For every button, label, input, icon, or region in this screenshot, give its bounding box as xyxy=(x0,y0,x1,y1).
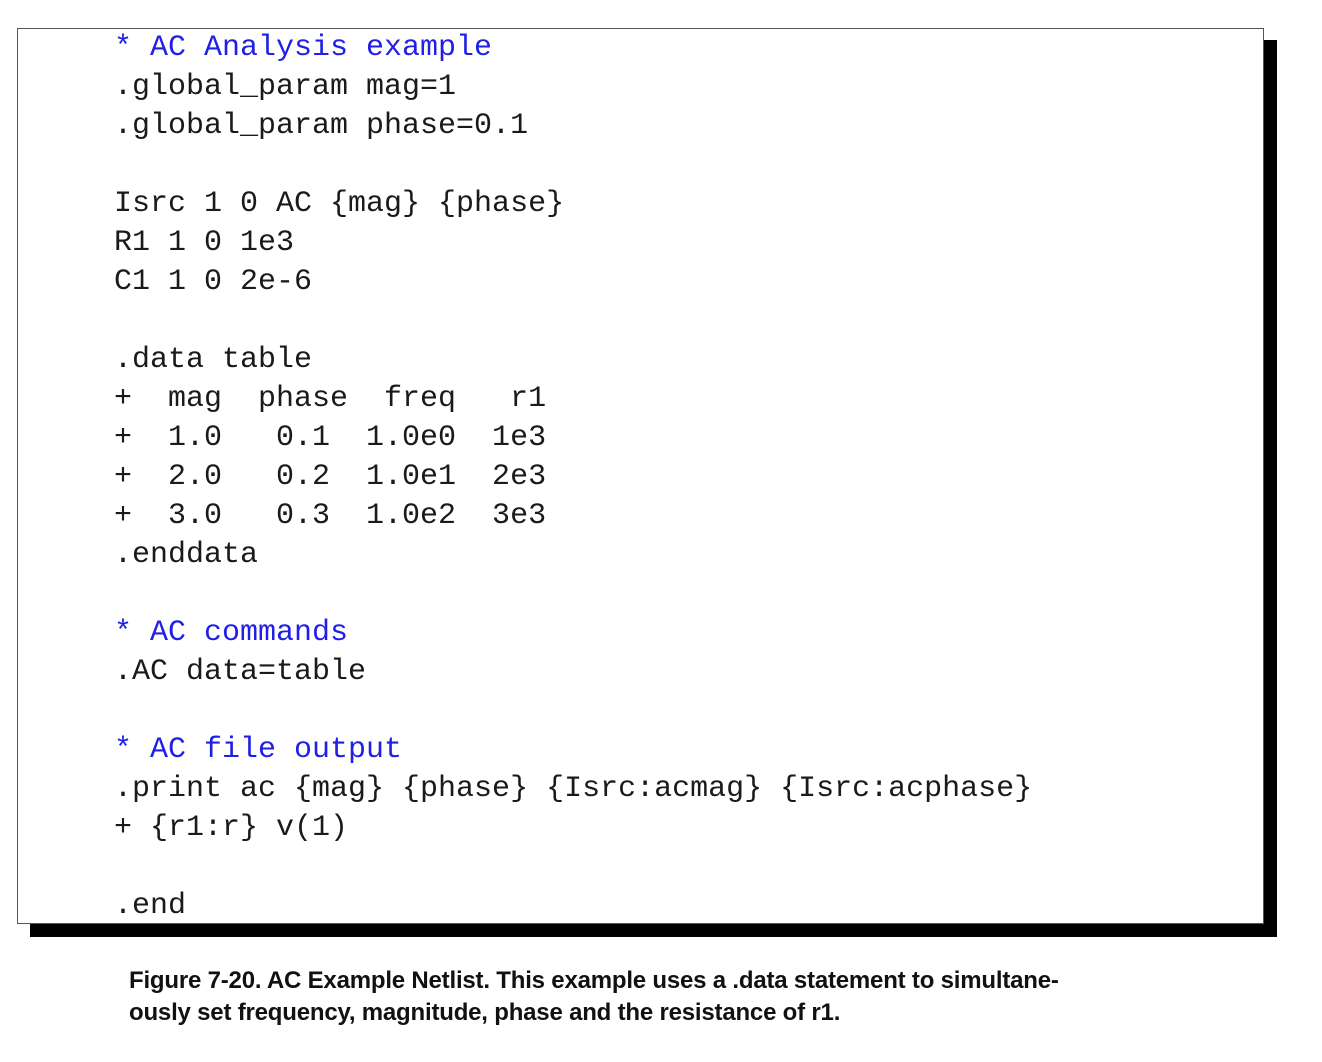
netlist-code-line: + {r1:r} v(1) xyxy=(114,811,349,845)
netlist-blank-line xyxy=(114,692,1032,731)
netlist-comment-line: * AC commands xyxy=(114,616,349,650)
netlist-blank-line xyxy=(114,146,1032,185)
caption-line-1: Figure 7-20. AC Example Netlist. This ex… xyxy=(129,967,1059,994)
netlist-code-line: .AC data=table xyxy=(114,655,367,689)
netlist-code-line: .global_param phase=0.1 xyxy=(114,109,529,143)
netlist-code-line: + 3.0 0.3 1.0e2 3e3 xyxy=(114,499,547,533)
netlist-code-line: .print ac {mag} {phase} {Isrc:acmag} {Is… xyxy=(114,772,1033,806)
caption-line-2: ously set frequency, magnitude, phase an… xyxy=(129,999,841,1026)
netlist-code-line: C1 1 0 2e-6 xyxy=(114,265,313,299)
netlist-code-line: + mag phase freq r1 xyxy=(114,382,547,416)
netlist-comment-line: * AC Analysis example xyxy=(114,31,493,65)
netlist-code-line: + 2.0 0.2 1.0e1 2e3 xyxy=(114,460,547,494)
netlist-code-line: .global_param mag=1 xyxy=(114,70,457,104)
netlist-code-line: Isrc 1 0 AC {mag} {phase} xyxy=(114,187,565,221)
netlist-blank-line xyxy=(114,848,1032,887)
netlist-blank-line xyxy=(114,302,1032,341)
netlist-blank-line xyxy=(114,575,1032,614)
netlist-code-line: .end xyxy=(114,889,187,923)
netlist-code-line: .enddata xyxy=(114,538,259,572)
figure-caption: Figure 7-20. AC Example Netlist. This ex… xyxy=(129,965,1189,1029)
netlist-code-line: + 1.0 0.1 1.0e0 1e3 xyxy=(114,421,547,455)
netlist-code-line: R1 1 0 1e3 xyxy=(114,226,295,260)
netlist-code-line: .data table xyxy=(114,343,313,377)
netlist-comment-line: * AC file output xyxy=(114,733,403,767)
netlist-code: * AC Analysis example .global_param mag=1… xyxy=(114,29,1032,926)
